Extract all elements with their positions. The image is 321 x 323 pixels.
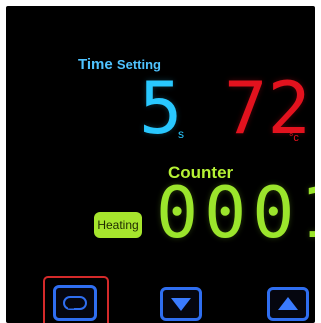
controller-display-panel: Time Setting 5 s 72 °c Counter 0001 Heat… (6, 6, 315, 323)
down-button[interactable] (160, 287, 202, 321)
up-button[interactable] (267, 287, 309, 321)
counter-value: 0001 (156, 172, 315, 254)
time-label-main: Time (78, 56, 113, 73)
time-unit: s (178, 127, 184, 141)
temperature-unit: °c (289, 132, 299, 144)
cycle-button[interactable] (53, 285, 97, 321)
time-setting-value: 5 (139, 66, 182, 150)
heating-status-badge: Heating (94, 212, 142, 238)
cycle-icon (62, 295, 88, 311)
triangle-down-icon (170, 296, 192, 312)
triangle-up-icon (277, 296, 299, 312)
